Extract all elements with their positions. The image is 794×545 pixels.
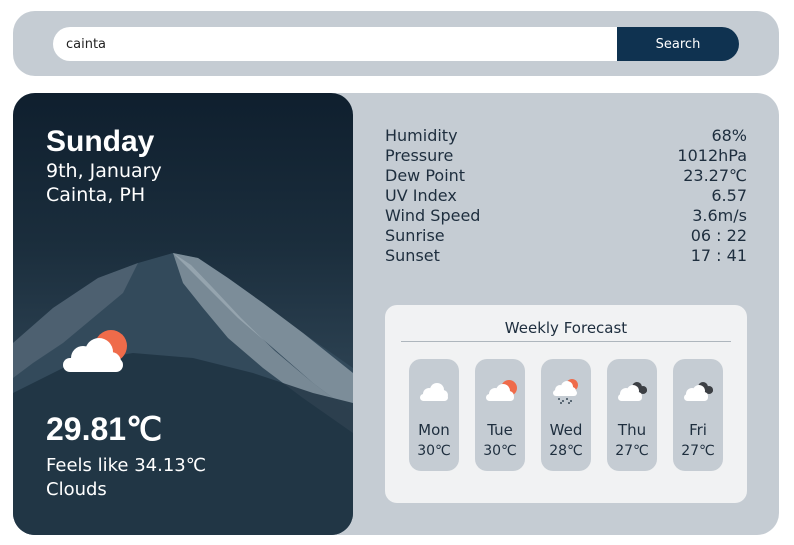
stat-label: Sunrise [385,226,445,245]
current-temperature: 29.81℃ [46,411,163,447]
forecast-day-temp: 28℃ [549,443,583,459]
forecast-day-card: Tue 30℃ [475,359,525,471]
stat-row-uv-index: UV Index 6.57 [385,186,747,206]
stat-row-sunset: Sunset 17 : 41 [385,246,747,266]
stat-value: 17 : 41 [690,246,747,265]
search-button[interactable]: Search [617,27,739,61]
stat-value: 3.6m/s [692,206,747,225]
stat-label: Humidity [385,126,458,145]
forecast-day-temp: 27℃ [615,443,649,459]
day-name: Sunday [46,125,155,158]
cloud-sun-icon [486,380,517,401]
forecast-day-temp: 30℃ [483,443,517,459]
stat-label: UV Index [385,186,457,205]
forecast-day-temp: 27℃ [681,443,715,459]
forecast-day-card: Thu 27℃ [607,359,657,471]
main-panel: Sunday 9th, January Cainta, PH 29.81℃ Fe… [13,93,779,535]
forecast-day-name: Wed [549,421,583,439]
forecast-day-name: Thu [617,421,647,439]
stat-row-pressure: Pressure 1012hPa [385,146,747,166]
stat-value: 23.27℃ [683,166,747,185]
cloud-sun-rain-icon [553,379,578,404]
forecast-day-name: Fri [689,421,707,439]
stat-label: Dew Point [385,166,466,185]
forecast-day-card: Wed 28℃ [541,359,591,471]
forecast-day-name: Tue [487,421,513,439]
forecast-day-name: Mon [418,421,450,439]
weather-stats: Humidity 68% Pressure 1012hPa Dew Point … [385,126,747,266]
stat-value: 06 : 22 [690,226,747,245]
feels-like: Feels like 34.13℃ [46,455,206,476]
location-text: Cainta, PH [46,184,146,206]
date-text: 9th, January [46,160,162,182]
stat-row-sunrise: Sunrise 06 : 22 [385,226,747,246]
stat-label: Sunset [385,246,440,265]
weekly-forecast-title: Weekly Forecast [504,319,628,337]
divider [401,341,731,342]
cloud-sun-icon [63,330,127,372]
stat-row-dew-point: Dew Point 23.27℃ [385,166,747,186]
search-input[interactable] [53,27,619,61]
stat-row-humidity: Humidity 68% [385,126,747,146]
stat-label: Pressure [385,146,454,165]
stat-row-wind-speed: Wind Speed 3.6m/s [385,206,747,226]
forecast-day-card: Mon 30℃ [409,359,459,471]
search-bar: Search [13,11,779,76]
condition-text: Clouds [46,479,107,500]
stat-value: 68% [711,126,747,145]
forecast-day-temp: 30℃ [417,443,451,459]
dark-clouds-icon [618,382,647,401]
weekly-forecast: Weekly Forecast Mon 30℃ Tue 30℃ Wed 28℃ … [385,305,747,503]
stat-label: Wind Speed [385,206,481,225]
dark-clouds-icon [684,382,713,401]
stat-value: 1012hPa [677,146,747,165]
current-weather-card: Sunday 9th, January Cainta, PH 29.81℃ Fe… [13,93,353,535]
cloud-icon [420,383,448,401]
forecast-day-card: Fri 27℃ [673,359,723,471]
stat-value: 6.57 [711,186,747,205]
